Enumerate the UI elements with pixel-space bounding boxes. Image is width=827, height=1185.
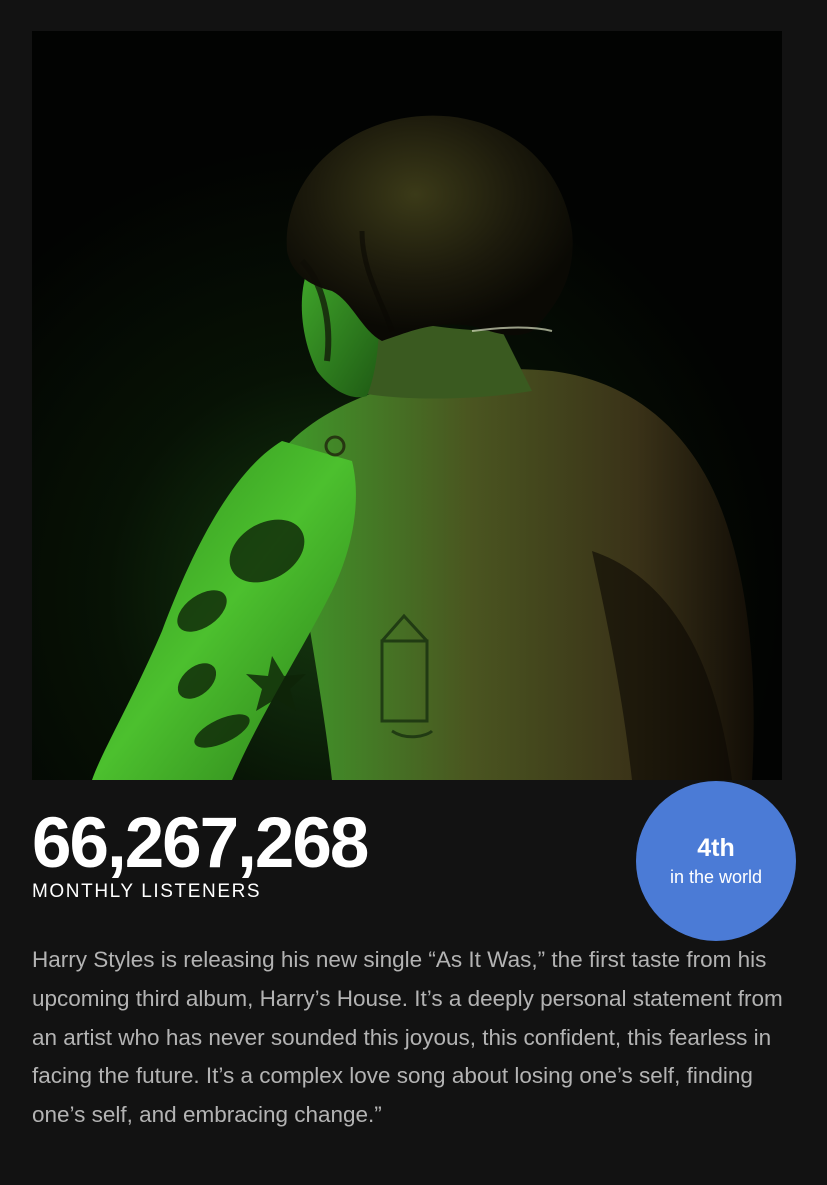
world-rank-badge[interactable]: 4th in the world [636,781,796,941]
rank-position: 4th [697,834,735,862]
artist-photo-illustration [32,31,782,780]
monthly-listeners-label: MONTHLY LISTENERS [32,881,262,902]
artist-photo [32,31,782,780]
listener-stats: 66,267,268 MONTHLY LISTENERS [32,804,369,903]
rank-scope: in the world [669,867,763,887]
artist-bio: Harry Styles is releasing his new single… [32,947,783,1128]
monthly-listeners-count: 66,267,268 [32,804,369,883]
